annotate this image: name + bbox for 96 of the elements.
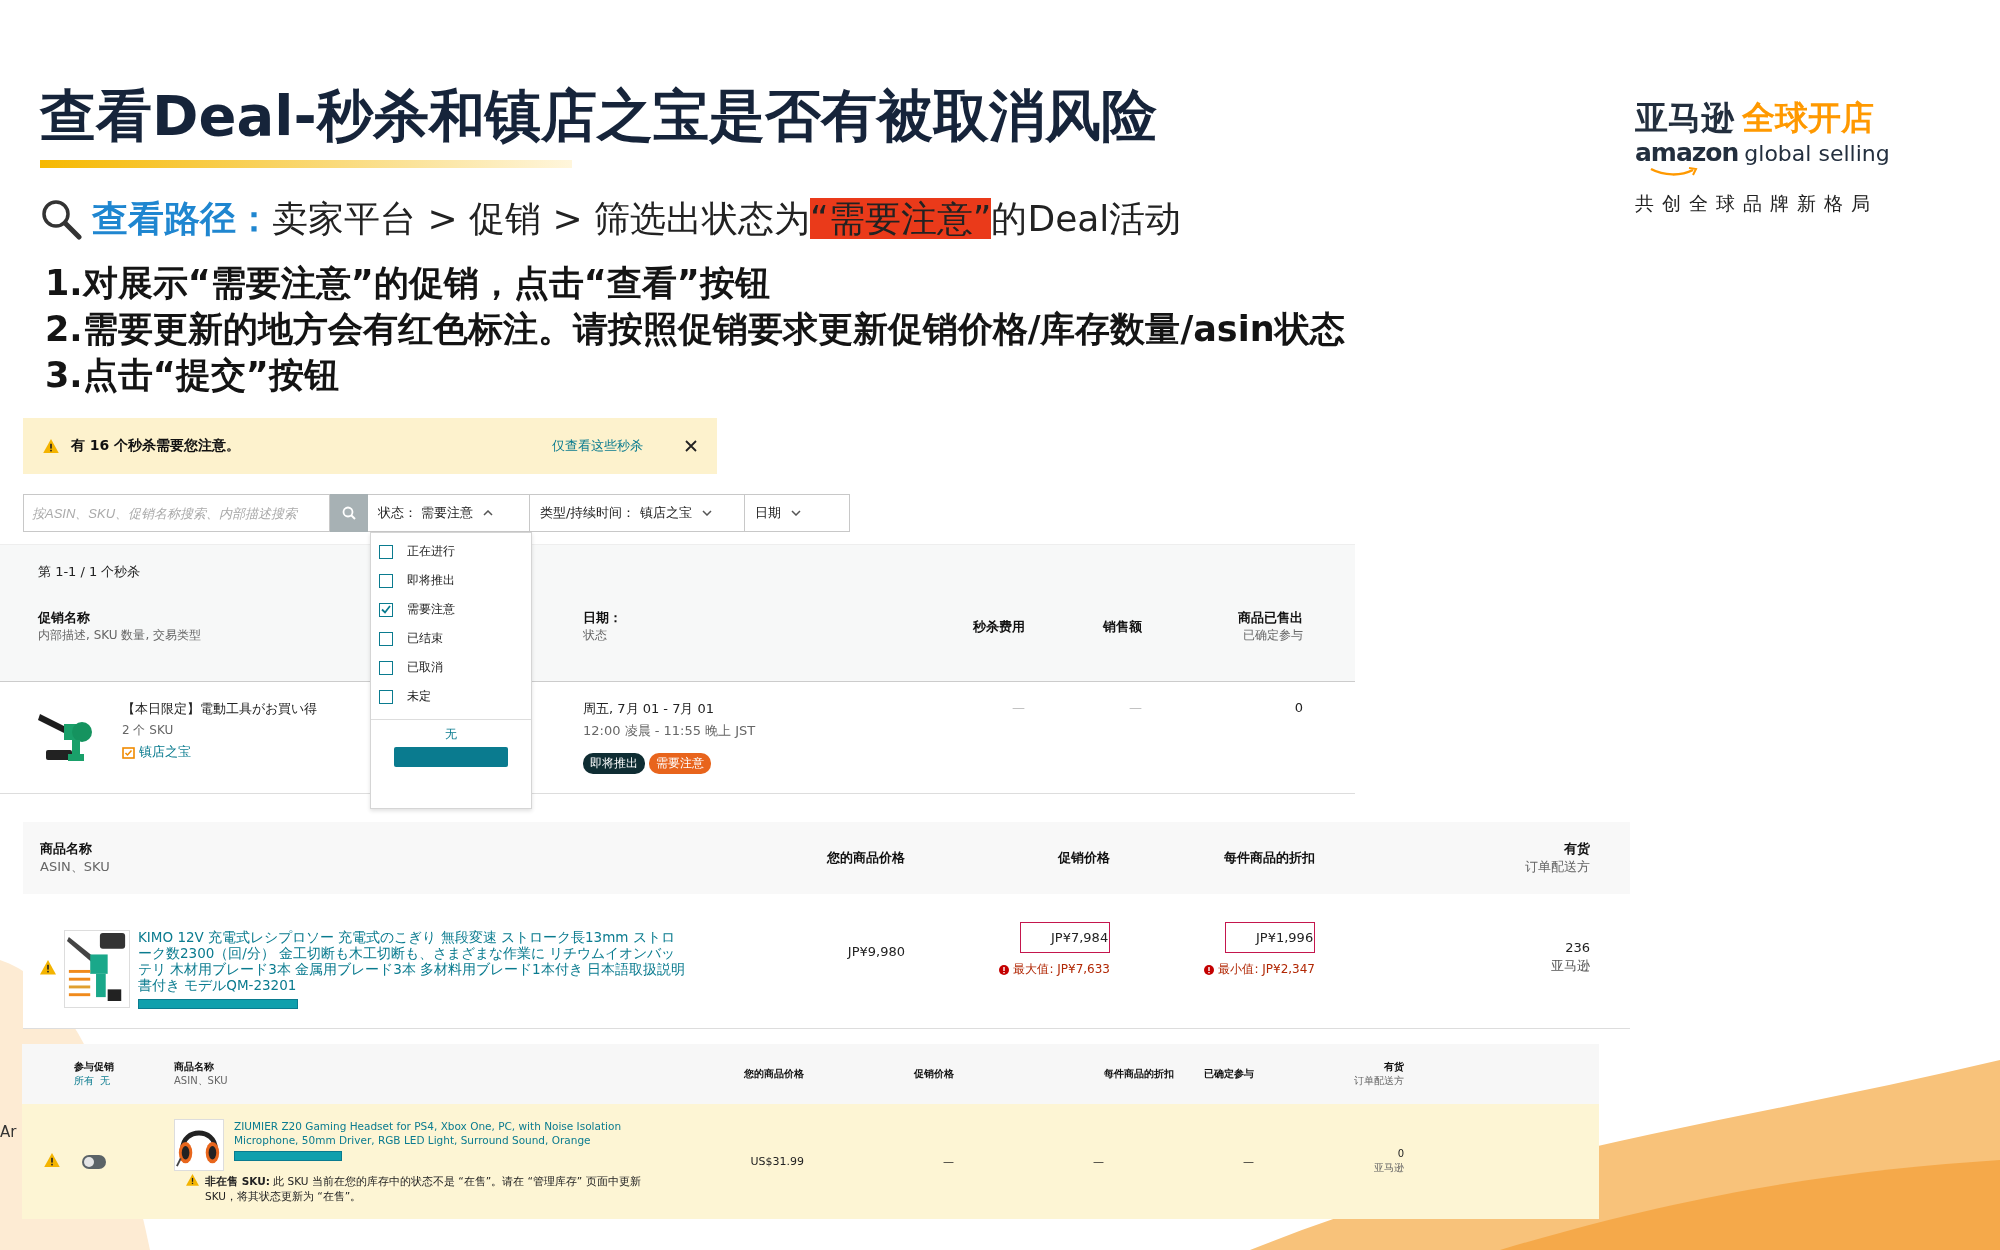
checkbox[interactable]	[379, 631, 393, 646]
column-header: 日期：	[583, 609, 622, 627]
column-subheader: 已确定参与	[1243, 627, 1303, 644]
column-subheader: 订单配送方	[1354, 1074, 1404, 1088]
caret-icon	[791, 510, 801, 516]
warning-icon	[43, 438, 59, 454]
slide-title: 查看Deal-秒杀和镇店之宝是否有被取消风险	[40, 82, 1158, 150]
status-option[interactable]: 未定	[371, 682, 531, 711]
inventory-notice: 非在售 SKU: 此 SKU 当前在您的库存中的状态不是 “在售”。请在 “管理库存” 页面中更新 SKU，将其状态更新为 “在售”。	[205, 1174, 642, 1204]
column-subheader: 内部描述, SKU 数量, 交易类型	[38, 627, 202, 644]
filter-dropdown[interactable]: 类型/持续时间： 镇店之宝	[530, 494, 745, 532]
status-option[interactable]: 需要注意	[371, 595, 531, 624]
checkbox[interactable]	[379, 544, 393, 559]
product-link[interactable]: KIMO 12V 充電式レシプロソー 充電式のこぎり 無段変速 ストローク長13mm ストローク数2300（回/分） 金工切断も木工切断も、さまざまな作業に リチウムイオンバッテリ 木材用ブレード3本 金属用ブレード3本 多材料用ブレード1本付き 日本語取扱説明書付き モデルQM-23201	[138, 929, 688, 993]
column-header: 商品名称	[174, 1060, 214, 1074]
column-subheader: ASIN、SKU	[40, 858, 110, 876]
column-header: 商品名称	[40, 840, 92, 858]
alert-message: 有 16 个秒杀需要您注意。	[71, 437, 241, 455]
calendar-icon	[122, 745, 135, 759]
status-option[interactable]: 已取消	[371, 653, 531, 682]
filter-dropdown[interactable]: 日期	[745, 494, 850, 532]
product-link[interactable]: ZIUMIER Z20 Gaming Headset for PS4, Xbox One, PC, with Noise Isolation Microphone, 50mm Driver, RGB LED Light, Surround Sound, Orange	[234, 1119, 634, 1147]
column-header: 商品已售出	[1238, 609, 1303, 627]
status-option[interactable]: 已结束	[371, 624, 531, 653]
select-link[interactable]: 无	[100, 1074, 110, 1088]
column-subheader: ASIN、SKU	[174, 1074, 228, 1088]
view-link[interactable]: 仅查看这些秒杀	[552, 437, 643, 455]
caret-icon	[483, 510, 494, 516]
checkbox[interactable]	[379, 689, 393, 704]
sku-count: 2 个 SKU	[122, 722, 175, 739]
table-cell: —	[1012, 700, 1025, 715]
select-link[interactable]: 所有	[74, 1074, 94, 1088]
column-subheader: 订单配送方	[1525, 858, 1590, 876]
column-header: 销售额	[1103, 617, 1142, 636]
column-subheader: 状态	[583, 627, 607, 644]
discount-field[interactable]: JP¥1,996	[1225, 922, 1315, 953]
error-message: 最小值: JP¥2,347	[1204, 961, 1315, 978]
deal-time: 12:00 凌晨 - 11:55 晚上 JST	[583, 722, 757, 740]
checkbox[interactable]	[379, 602, 393, 617]
instruction-step: 3.点击“提交”按钮	[45, 352, 1345, 398]
table-cell: US$31.99	[750, 1155, 804, 1168]
column-header: 已确定参与	[1204, 1067, 1254, 1081]
logo-wordmark: amazon	[1635, 138, 1739, 167]
error-icon	[1204, 964, 1215, 975]
table-cell: JP¥9,980	[847, 944, 905, 959]
clear-link[interactable]: 无	[445, 726, 457, 743]
status-option[interactable]: 正在进行	[371, 537, 531, 566]
search-icon	[40, 198, 82, 240]
table-cell: —	[1243, 1155, 1254, 1168]
error-message: 最大值: JP¥7,633	[999, 961, 1110, 978]
column-header: 您的商品价格	[744, 1067, 804, 1081]
table-cell: 236	[1565, 940, 1590, 955]
table-cell: —	[943, 1155, 954, 1168]
table-cell: 0	[1294, 700, 1303, 715]
logo-tagline: global selling	[1744, 141, 1890, 166]
checkbox[interactable]	[379, 573, 393, 588]
edge-text: Ar	[0, 1122, 18, 1141]
column-header: 有货	[1564, 840, 1590, 858]
column-header: 有货	[1384, 1060, 1404, 1074]
filter-dropdown[interactable]: 状态： 需要注意	[368, 494, 530, 532]
column-header: 您的商品价格	[827, 849, 905, 867]
column-header: 参与促销	[74, 1060, 114, 1074]
table-cell: 0	[1397, 1148, 1404, 1159]
instruction-step: 1.对展示“需要注意”的促销，点击“查看”按钮	[45, 260, 1345, 306]
search-field[interactable]: 按ASIN、SKU、促销名称搜索、内部描述搜索	[23, 494, 330, 532]
deal-date: 周五, 7月 01 - 7月 01	[583, 700, 716, 718]
result-count: 第 1-1 / 1 个秒杀	[38, 563, 141, 581]
column-header: 秒杀费用	[973, 617, 1025, 636]
deal-name: 【本日限定】電動工具がお買い得	[122, 700, 317, 718]
table-cell: —	[1129, 700, 1142, 715]
navigation-path: 查看路径：卖家平台 > 促销 > 筛选出状态为“需要注意”的Deal活动	[92, 197, 1182, 241]
participate-toggle[interactable]	[82, 1154, 106, 1169]
logo-slogan: 共创全球品牌新格局	[1635, 191, 1879, 216]
column-header: 促销价格	[914, 1067, 954, 1081]
column-header: 每件商品的折扣	[1104, 1067, 1174, 1081]
warning-icon	[186, 1174, 199, 1186]
table-cell: 亚马逊	[1551, 957, 1590, 975]
column-header: 每件商品的折扣	[1224, 849, 1315, 867]
table-cell: —	[1093, 1155, 1104, 1168]
logo-brand-text: 亚马逊	[1635, 98, 1734, 138]
status-option[interactable]: 即将推出	[371, 566, 531, 595]
status-badge: 即将推出	[583, 753, 645, 774]
instruction-step: 2.需要更新的地方会有红色标注。请按照促销要求更新促销价格/库存数量/asin状态	[45, 306, 1345, 352]
logo-service-text: 全球开店	[1742, 98, 1874, 138]
column-header: 促销价格	[1058, 849, 1110, 867]
promo-price-field[interactable]: JP¥7,984	[1020, 922, 1110, 953]
caret-icon	[701, 510, 712, 516]
deal-type-link[interactable]: 镇店之宝	[122, 743, 317, 761]
error-icon	[999, 964, 1010, 975]
table-cell: 亚马逊	[1374, 1161, 1404, 1175]
status-badge: 需要注意	[649, 753, 711, 774]
column-header: 促销名称	[38, 609, 90, 627]
search-icon	[342, 506, 356, 520]
checkbox[interactable]	[379, 660, 393, 675]
close-icon[interactable]	[685, 440, 697, 452]
smile-arrow-icon	[1649, 167, 1699, 177]
